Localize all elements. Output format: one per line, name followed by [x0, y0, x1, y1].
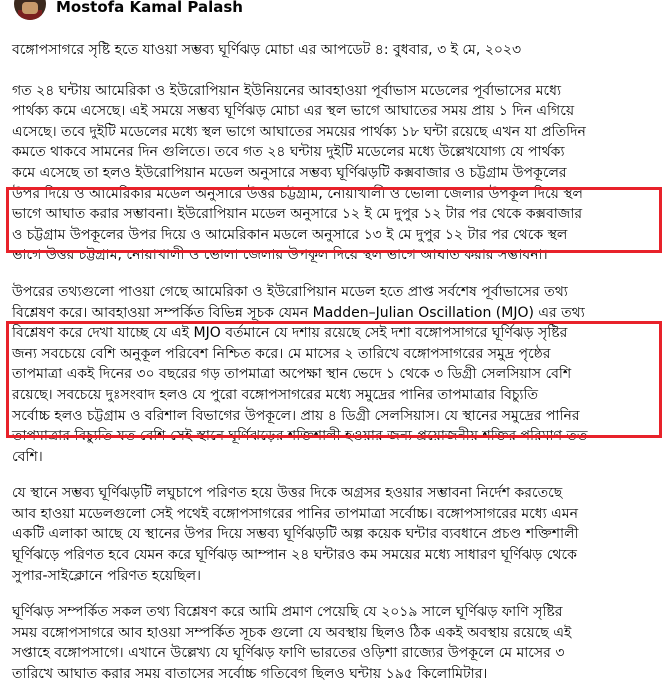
- post-line: ভাগে আঘাত করার সম্ভাবনা। ইউরোপিয়ান মডেল…: [12, 206, 583, 223]
- post-line: ও চট্টগ্রাম উপকূলের উপর দিয়ে ও আমেরিকান…: [12, 226, 568, 243]
- post-line: সর্বোচ্চ হলও চট্টগ্রাম ও বরিশাল বিভাগের …: [12, 407, 580, 424]
- post-line: ভাগে উত্তর চট্টগ্রাম, নোয়াখালী ও ভোলা জ…: [12, 247, 548, 264]
- post-title: বঙ্গোপসাগরে সৃষ্টি হতে যাওয়া সম্ভব্য ঘূ…: [12, 42, 522, 58]
- post-line: সময় বঙ্গোপসাগরে আব হাওয়া সম্পর্কিত সূচ…: [12, 624, 572, 641]
- post-line: পার্থক্য কমে এসেছে। এই সময়ে সম্ভব্য ঘূর…: [12, 103, 575, 120]
- post-line: তারিখে আঘাত করার সময় বাতাসের সর্বোচ্চ গ…: [12, 666, 488, 683]
- post-line: সুপার-সাইক্লোনে পরিণত হয়েছিল।: [12, 567, 202, 584]
- post-line: গত ২৪ ঘন্টায় আমেরিকা ও ইউরোপিয়ান ইউনিয…: [12, 82, 562, 99]
- post-line: রয়েছে। সবচেয়ে দুঃসংবাদ হলও যে পুরো বঙ্…: [12, 386, 538, 403]
- post-line: তাপমাত্রার বিচ্যুতি যত বেশি সেই স্থানে ঘ…: [12, 428, 588, 445]
- post-line: একটি এলাকা আছে যে স্থানের উপর দিয়ে সম্ভ…: [12, 526, 579, 543]
- post-header: Mostofa Kamal Palash: [0, 0, 670, 24]
- post-line: যে স্থানে সম্ভব্য ঘূর্ণিঝড়টি লঘুচাপে পর…: [12, 485, 563, 502]
- post-line: এসেছে। তবে দুইটি মডেলের মধ্যে স্থল ভাগে …: [12, 123, 586, 140]
- post-line: জন্য সবচেয়ে বেশি অনুকূল পরিবেশ নিশ্চিত …: [12, 345, 551, 362]
- avatar-face: [22, 2, 38, 14]
- post-line: বেশি।: [12, 448, 43, 465]
- post-line: উপরের তথ্যগুলো পাওয়া গেছে আমেরিকা ও ইউর…: [12, 283, 568, 300]
- post-line: কমতে থাকবে সামনের দিন গুলিতে। তবে গত ২৪ …: [12, 144, 565, 161]
- post-line: ঘূর্ণিঝড় সম্পর্কিত সকল তথ্য বিশ্লেষণ কর…: [12, 604, 563, 621]
- post-line: বিশ্লেষণ করে দেখা যাচ্ছে যে এই MJO বর্তম…: [12, 325, 568, 342]
- post-body: বঙ্গোপসাগরে সৃষ্টি হতে যাওয়া সম্ভব্য ঘূ…: [12, 40, 662, 685]
- post-line: সপ্তাহে বঙ্গোপসাগে। এখানে উল্লেখ্য যে ঘূ…: [12, 645, 565, 662]
- post-line: কমে এসেছে তা হলও ইউরোপিয়ান মডেল অনুসারে…: [12, 164, 567, 181]
- post-line: বিশ্লেষণ করে। আবহাওয়া সম্পর্কিত বিভিন্ন…: [12, 304, 585, 321]
- post-line: উপর দিয়ে ও আমেরিকার মডেল অনুসারে উত্তর …: [12, 185, 583, 202]
- author-name[interactable]: Mostofa Kamal Palash: [56, 0, 243, 16]
- post-line: ঘূর্ণিঝড়ে পরিণত হবে যেমন করে ঘূর্ণিঝড় …: [12, 547, 577, 564]
- author-avatar[interactable]: [14, 0, 46, 20]
- post-line: তাপমাত্রা একই দিনের ৩০ বছরের গড় তাপমাত্…: [12, 366, 572, 383]
- post-line: আব হাওয়া মডেলগুলো সেই পথেই বঙ্গোপসাগরের…: [12, 505, 578, 522]
